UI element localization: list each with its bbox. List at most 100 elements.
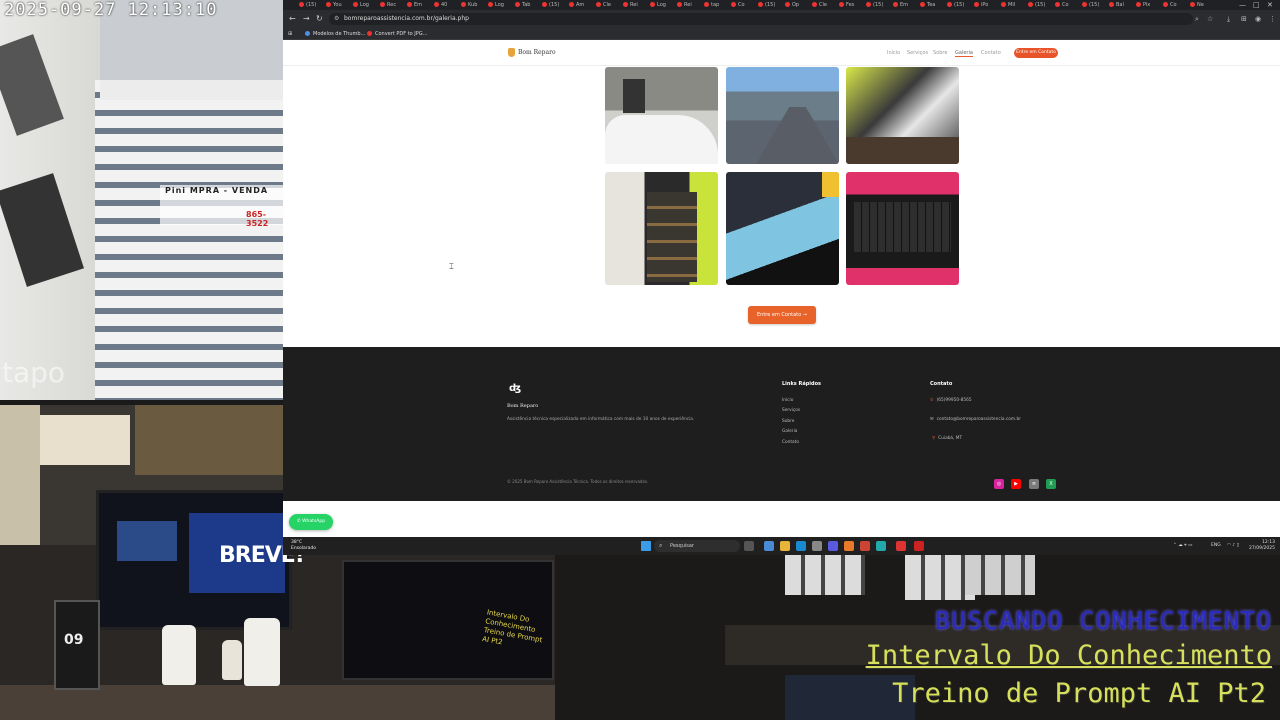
site-info-icon[interactable]: ⚙ [334,13,339,25]
taskbar-weather[interactable]: 38°C Ensolarado [291,540,316,552]
bookmark-item[interactable]: Convert PDF to JPG... [367,29,427,39]
reload-icon[interactable]: ↻ [316,14,323,24]
excel-icon[interactable]: X [1046,479,1056,489]
browser-tab[interactable]: Tab [515,1,530,9]
tray-icons[interactable]: ⌃ ☁ ⌖ ▭ [1173,543,1192,549]
discord-icon[interactable] [828,541,838,551]
browser-tab[interactable]: Co [1163,1,1177,9]
browser-tab[interactable]: Fes [839,1,854,9]
extensions-icon[interactable]: ⊞ [1241,14,1247,24]
browser-tab[interactable]: Pix [1136,1,1150,9]
browser-tab[interactable]: Cle [596,1,611,9]
gallery-contact-button[interactable]: Entre em Contato → [748,306,816,324]
footer-link-contato[interactable]: Contato [782,440,799,445]
download-icon[interactable]: ⤓ [1227,14,1230,24]
footer-link-sobre[interactable]: Sobre [782,419,794,424]
browser-tab[interactable]: Bal [1109,1,1124,9]
taskbar-search[interactable]: ⌕ Pesquisar [654,540,740,552]
forward-icon[interactable]: → [303,14,310,24]
nav-link-sobre[interactable]: Sobre [933,50,947,56]
notepad-icon[interactable]: ≡ [1029,479,1039,489]
search-icon[interactable]: ⌕ [1195,14,1199,24]
task-view-icon[interactable] [744,541,754,551]
menu-icon[interactable]: ⋮ [1269,14,1276,24]
bookmark-star-icon[interactable]: ☆ [1207,14,1213,24]
browser-tab[interactable]: You [326,1,342,9]
tab-favicon-icon [569,2,574,7]
tab-favicon-icon [461,2,466,7]
browser-tab[interactable]: Am [569,1,584,9]
browser-tab[interactable]: iPo [974,1,988,9]
back-icon[interactable]: ← [289,14,296,24]
site-brand[interactable]: Bom Reparo [508,48,556,57]
gallery-image-stairs[interactable] [726,172,839,285]
browser-tab[interactable]: Log [488,1,504,9]
nav-link-inicio[interactable]: Início [887,50,900,56]
browser-tab[interactable]: (15) [542,1,559,9]
apps-icon[interactable]: ⊞ [288,29,292,39]
app-icon[interactable] [860,541,870,551]
browser-tab[interactable]: Rec [380,1,396,9]
youtube-icon[interactable]: ▶ [1011,479,1021,489]
gallery-image-interior[interactable] [846,67,959,164]
footer-link-servicos[interactable]: Serviços [782,408,800,413]
gallery-image-storefront[interactable] [605,67,718,164]
browser-tab[interactable]: (15) [866,1,883,9]
nav-link-servicos[interactable]: Serviços [907,50,928,56]
tray-network-volume[interactable]: ◠ ♪ ▯ [1227,543,1239,549]
tray-clock[interactable]: 12:13 27/09/2025 [1249,540,1275,552]
gallery-image-shop-shelves[interactable] [605,172,718,285]
browser-tab[interactable]: (15) [947,1,964,9]
minimize-icon[interactable]: — [1239,0,1246,10]
browser-tab[interactable]: (15) [1082,1,1099,9]
browser-tab[interactable]: Op [785,1,799,9]
maximize-icon[interactable]: □ [1253,0,1260,10]
browser-tab[interactable]: (15) [758,1,775,9]
url-input[interactable]: ⚙ bomreparoassistencia.com.br/galeria.ph… [329,13,1193,25]
nav-link-contato[interactable]: Contato [981,50,1001,56]
filezilla-icon[interactable] [914,541,924,551]
gallery-image-street[interactable] [726,67,839,164]
footer-phone[interactable]: ✆ (65)99950-8565 [930,398,972,403]
nav-link-galeria[interactable]: Galeria [955,50,973,57]
browser-tab[interactable]: Em [893,1,908,9]
close-icon[interactable]: ✕ [1267,0,1273,10]
browser-tab[interactable]: Rei [677,1,692,9]
whatsapp-button[interactable]: ✆ WhatsApp [289,514,333,530]
footer-link-inicio[interactable]: Início [782,398,793,403]
browser-tab[interactable]: 40 [434,1,447,9]
browser-tab[interactable]: Cle [812,1,827,9]
footer-link-galeria[interactable]: Galeria [782,429,797,434]
profile-icon[interactable]: ◉ [1255,14,1261,24]
browser-tab[interactable]: Co [731,1,745,9]
browser-tab[interactable]: Rei [623,1,638,9]
tab-label: Fes [846,2,855,8]
browser-tab[interactable]: tap [704,1,719,9]
gallery-image-laptop[interactable] [846,172,959,285]
start-icon[interactable] [641,541,651,551]
browser-tab[interactable]: (15) [1028,1,1045,9]
browser-tab[interactable]: Ne [1190,1,1204,9]
browser-tab[interactable]: Em [407,1,422,9]
browser-tab[interactable]: Kub [461,1,477,9]
vlc-icon[interactable] [844,541,854,551]
tray-language[interactable]: ENG [1211,543,1221,549]
browser-tab[interactable]: Tea [920,1,935,9]
bookmark-item[interactable]: Modelos de Thumb... [305,29,365,39]
browser-tab[interactable]: Mil [1001,1,1015,9]
obs-icon[interactable] [896,541,906,551]
file-explorer-icon[interactable] [780,541,790,551]
browser-tab[interactable]: Log [650,1,666,9]
footer-email[interactable]: ✉ contato@bomreparoassistencia.com.br [930,417,1021,422]
instagram-icon[interactable]: ◎ [994,479,1004,489]
chrome-icon[interactable] [764,541,774,551]
app-icon[interactable] [876,541,886,551]
overlay-line-2: Intervalo Do Conhecimento [865,640,1272,671]
browser-tab[interactable]: Co [1055,1,1069,9]
browser-tab[interactable]: (15) [299,1,316,9]
edge-icon[interactable] [796,541,806,551]
tab-label: (15) [873,2,884,8]
nav-contact-button[interactable]: Entre em Contato [1014,48,1058,58]
store-icon[interactable] [812,541,822,551]
browser-tab[interactable]: Log [353,1,369,9]
